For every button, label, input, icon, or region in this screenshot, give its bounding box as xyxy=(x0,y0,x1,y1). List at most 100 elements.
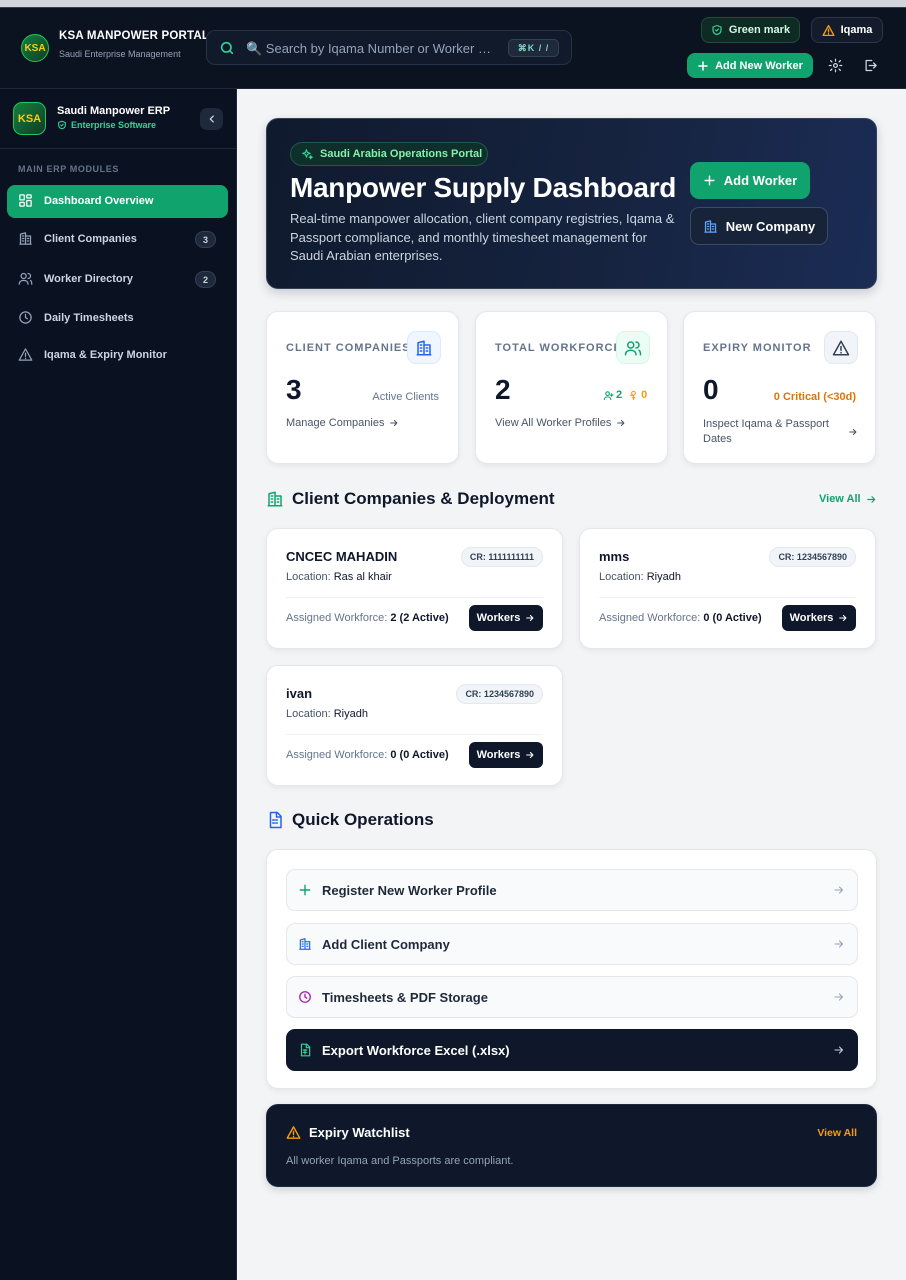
building-icon xyxy=(18,231,33,246)
sidebar-item-dashboard[interactable]: Dashboard Overview xyxy=(7,185,228,218)
sidebar-item-label: Iqama & Expiry Monitor xyxy=(44,349,167,361)
sidebar-item-label: Daily Timesheets xyxy=(44,312,134,324)
watchlist-view-all-link[interactable]: View All xyxy=(817,1127,857,1139)
new-company-button[interactable]: New Company xyxy=(690,207,828,245)
arrow-right-icon xyxy=(525,613,535,623)
chevron-left-icon xyxy=(207,114,217,124)
iqama-alert-button[interactable]: Iqama xyxy=(811,17,883,43)
timesheets-pdf-action[interactable]: Timesheets & PDF Storage xyxy=(286,976,858,1018)
company-card: mms CR: 1234567890 Location: Riyadh Assi… xyxy=(579,528,876,649)
stat-card-expiry-monitor: EXPIRY MONITOR 0 0 Critical (<30d) Inspe… xyxy=(683,311,876,464)
arrow-right-icon xyxy=(848,427,858,437)
warning-icon xyxy=(822,24,835,37)
arrow-right-icon xyxy=(389,418,399,428)
add-worker-button[interactable]: Add Worker xyxy=(690,162,810,199)
sidebar-item-label: Worker Directory xyxy=(44,273,134,285)
company-workers-button[interactable]: Workers xyxy=(782,605,856,631)
sidebar-title: Saudi Manpower ERP xyxy=(57,105,171,117)
company-cr-badge: CR: 1234567890 xyxy=(769,547,856,567)
sidebar: KSA Saudi Manpower ERP Enterprise Softwa… xyxy=(0,89,237,1280)
companies-view-all-link[interactable]: View All xyxy=(819,493,877,505)
company-cr-badge: CR: 1111111111 xyxy=(460,547,543,567)
clock-icon xyxy=(18,310,33,325)
sidebar-item-iqama-expiry[interactable]: Iqama & Expiry Monitor xyxy=(7,339,228,372)
assigned-workforce: Assigned Workforce: 2 (2 Active) xyxy=(286,612,449,624)
card-divider xyxy=(286,597,543,598)
warning-icon xyxy=(286,1125,301,1140)
company-location: Location: Riyadh xyxy=(286,708,368,720)
building-icon xyxy=(298,937,312,951)
assigned-workforce: Assigned Workforce: 0 (0 Active) xyxy=(286,749,449,761)
assigned-workforce: Assigned Workforce: 0 (0 Active) xyxy=(599,612,762,624)
plus-icon xyxy=(703,174,716,187)
quick-operations-panel: Register New Worker Profile Add Client C… xyxy=(266,849,877,1089)
stat-value: 2 xyxy=(495,374,511,405)
company-location: Location: Riyadh xyxy=(599,571,681,583)
search-icon xyxy=(219,40,235,56)
manage-companies-link[interactable]: Manage Companies xyxy=(286,417,399,429)
dashboard-grid-icon xyxy=(18,193,33,208)
search-shortcut-hint: ⌘K / / xyxy=(508,39,559,57)
add-client-company-action[interactable]: Add Client Company xyxy=(286,923,858,965)
top-header: KSA KSA MANPOWER PORTAL Saudi Enterprise… xyxy=(0,8,906,89)
company-location: Location: Ras al khair xyxy=(286,571,392,583)
logout-icon[interactable] xyxy=(863,58,878,73)
brand-subtitle: Saudi Enterprise Management xyxy=(59,49,181,59)
iqama-label: Iqama xyxy=(840,24,873,36)
register-worker-action[interactable]: Register New Worker Profile xyxy=(286,869,858,911)
gender-breakdown: 2 0 xyxy=(603,389,647,401)
sidebar-item-label: Client Companies xyxy=(44,233,137,245)
stat-value: 0 xyxy=(703,374,719,405)
sidebar-item-daily-timesheets[interactable]: Daily Timesheets xyxy=(7,302,228,335)
sidebar-logo: KSA xyxy=(13,102,46,135)
companies-section-title: Client Companies & Deployment xyxy=(266,489,555,509)
company-workers-button[interactable]: Workers xyxy=(469,605,543,631)
document-icon xyxy=(266,811,284,829)
view-all-workers-link[interactable]: View All Worker Profiles xyxy=(495,417,626,429)
arrow-right-icon xyxy=(838,613,848,623)
company-name: ivan xyxy=(286,686,313,701)
company-name: CNCEC MAHADIN xyxy=(286,549,398,564)
stat-label: EXPIRY MONITOR xyxy=(703,342,812,354)
company-workers-button[interactable]: Workers xyxy=(469,742,543,768)
users-icon xyxy=(616,331,650,364)
window-top-strip xyxy=(0,0,906,8)
expiry-watchlist-panel: Expiry Watchlist View All All worker Iqa… xyxy=(266,1104,877,1187)
add-new-worker-label: Add New Worker xyxy=(715,59,803,72)
stat-card-total-workforce: TOTAL WORKFORCE 2 2 0 View All Worker Pr… xyxy=(475,311,668,464)
page-description: Real-time manpower allocation, client co… xyxy=(290,211,675,264)
warning-icon xyxy=(824,331,858,364)
building-icon xyxy=(407,331,441,364)
sidebar-collapse-button[interactable] xyxy=(200,108,223,130)
page-title: Manpower Supply Dashboard xyxy=(290,172,677,203)
clock-icon xyxy=(298,990,312,1004)
plus-icon xyxy=(697,60,709,72)
plus-icon xyxy=(298,883,312,897)
watchlist-title: Expiry Watchlist xyxy=(286,1125,410,1140)
sparkles-icon xyxy=(301,148,314,161)
sidebar-section-label: MAIN ERP MODULES xyxy=(18,164,119,174)
spreadsheet-icon xyxy=(298,1043,312,1057)
inspect-dates-link[interactable]: Inspect Iqama & Passport Dates xyxy=(703,417,858,447)
stat-label: TOTAL WORKFORCE xyxy=(495,342,622,354)
dashboard-hero-banner: Saudi Arabia Operations Portal Manpower … xyxy=(266,118,877,289)
arrow-right-icon xyxy=(616,418,626,428)
sidebar-header: KSA Saudi Manpower ERP Enterprise Softwa… xyxy=(0,89,236,149)
global-search-input[interactable]: 🔍 Search by Iqama Number or Worker N... … xyxy=(206,30,572,65)
quick-operations-title: Quick Operations xyxy=(266,810,434,830)
arrow-right-icon xyxy=(833,884,845,896)
add-new-worker-button[interactable]: Add New Worker xyxy=(687,53,813,78)
arrow-right-icon xyxy=(866,494,877,505)
search-placeholder: 🔍 Search by Iqama Number or Worker N... xyxy=(246,41,498,56)
company-cr-badge: CR: 1234567890 xyxy=(456,684,543,704)
warning-icon xyxy=(18,347,33,362)
count-badge: 3 xyxy=(195,231,216,248)
gear-icon[interactable] xyxy=(828,58,843,73)
sidebar-item-client-companies[interactable]: Client Companies 3 xyxy=(7,223,228,256)
stat-note: Active Clients xyxy=(372,391,439,403)
sidebar-item-worker-directory[interactable]: Worker Directory 2 xyxy=(7,263,228,296)
card-divider xyxy=(286,734,543,735)
stat-card-client-companies: CLIENT COMPANIES 3 Active Clients Manage… xyxy=(266,311,459,464)
green-mark-button[interactable]: Green mark xyxy=(701,17,800,43)
export-workforce-excel-action[interactable]: Export Workforce Excel (.xlsx) xyxy=(286,1029,858,1071)
